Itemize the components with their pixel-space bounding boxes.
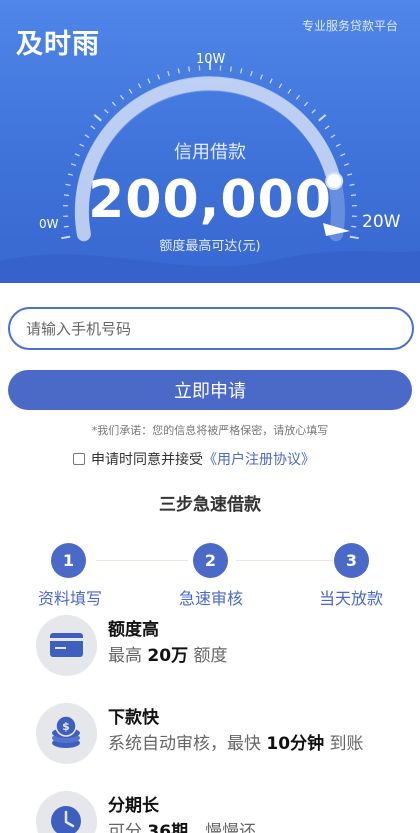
gauge-tick — [318, 114, 327, 122]
gauge-tick — [120, 95, 125, 100]
feature-desc: 最高 20万 额度 — [108, 646, 228, 666]
step-2-label: 急速审核 — [178, 589, 243, 608]
gauge-mid-label: 10W — [196, 52, 226, 67]
privacy-promise: *我们承诺：您的信息将被严格保密，请放心填写 — [91, 424, 329, 437]
gauge-tick — [230, 66, 232, 72]
user-agreement-link[interactable]: 《用户注册协议》 — [203, 449, 315, 469]
gauge-tick — [303, 101, 309, 107]
gauge-tick — [137, 83, 142, 89]
gauge-tick — [295, 95, 300, 100]
svg-text:$: $ — [62, 720, 70, 733]
gauge-tick — [167, 71, 170, 77]
gauge-tick — [147, 78, 151, 84]
credit-amount: 200,000 — [88, 170, 332, 230]
agreement-row: 申请时同意并接受 《用户注册协议》 — [73, 449, 315, 469]
feature-highlight: 36期 — [147, 822, 189, 833]
step-1-label: 资料填写 — [37, 589, 102, 608]
feature-long-term: 分期长 可分 36期，慢慢还 — [36, 791, 416, 833]
steps-title: 三步急速借款 — [159, 495, 261, 515]
agreement-checkbox[interactable] — [73, 453, 85, 465]
gauge-tick — [311, 109, 316, 114]
step-connector — [96, 560, 188, 561]
apply-button[interactable]: 立即申请 — [8, 370, 412, 410]
gauge-tick — [111, 101, 117, 107]
credit-amount-note: 额度最高可达(元) — [159, 239, 261, 254]
gauge-tick — [104, 109, 109, 114]
clock-icon — [36, 791, 97, 833]
gauge-tick — [90, 125, 96, 130]
gauge-tick — [324, 125, 330, 130]
phone-input[interactable] — [8, 307, 414, 350]
gauge-tick — [259, 74, 263, 80]
gauge-tick — [188, 66, 190, 72]
agreement-text: 申请时同意并接受 — [91, 452, 203, 468]
hero-banner: 及时雨 专业服务贷款平台 10W 0W 20W 信用借款 200,000 额度最… — [0, 0, 420, 283]
brand-slogan: 专业服务贷款平台 — [301, 19, 398, 33]
gauge-tick — [278, 83, 283, 89]
gauge-tick — [128, 88, 133, 94]
coin-stack-icon: $ — [36, 703, 97, 764]
step-2-badge: 2 — [193, 543, 228, 578]
gauge-tick — [177, 68, 180, 74]
gauge-tick — [269, 78, 273, 84]
credit-card-icon — [36, 615, 97, 676]
credit-title: 信用借款 — [174, 142, 246, 163]
feature-highlight: 20万 — [147, 646, 189, 666]
gauge-tick — [240, 68, 243, 74]
gauge-tick — [250, 71, 253, 77]
feature-desc: 系统自动审核，最快 10分钟 到账 — [108, 734, 364, 754]
feature-title: 分期长 — [108, 796, 159, 816]
step-3-label: 当天放款 — [318, 589, 383, 608]
feature-desc: 可分 36期，慢慢还 — [108, 817, 256, 833]
brand-logo: 及时雨 — [16, 29, 100, 60]
step-connector — [236, 560, 332, 561]
feature-title: 下款快 — [108, 708, 159, 728]
step-1-badge: 1 — [51, 543, 86, 578]
gauge-tick — [93, 114, 102, 122]
gauge-tick — [157, 74, 161, 80]
feature-fast-payout: $ 下款快 系统自动审核，最快 10分钟 到账 — [36, 703, 416, 765]
feature-title: 额度高 — [108, 620, 159, 640]
gauge-tick — [287, 88, 292, 94]
step-3-badge: 3 — [334, 543, 369, 578]
feature-high-limit: 额度高 最高 20万 额度 — [36, 615, 416, 677]
feature-highlight: 10分钟 — [266, 734, 325, 754]
